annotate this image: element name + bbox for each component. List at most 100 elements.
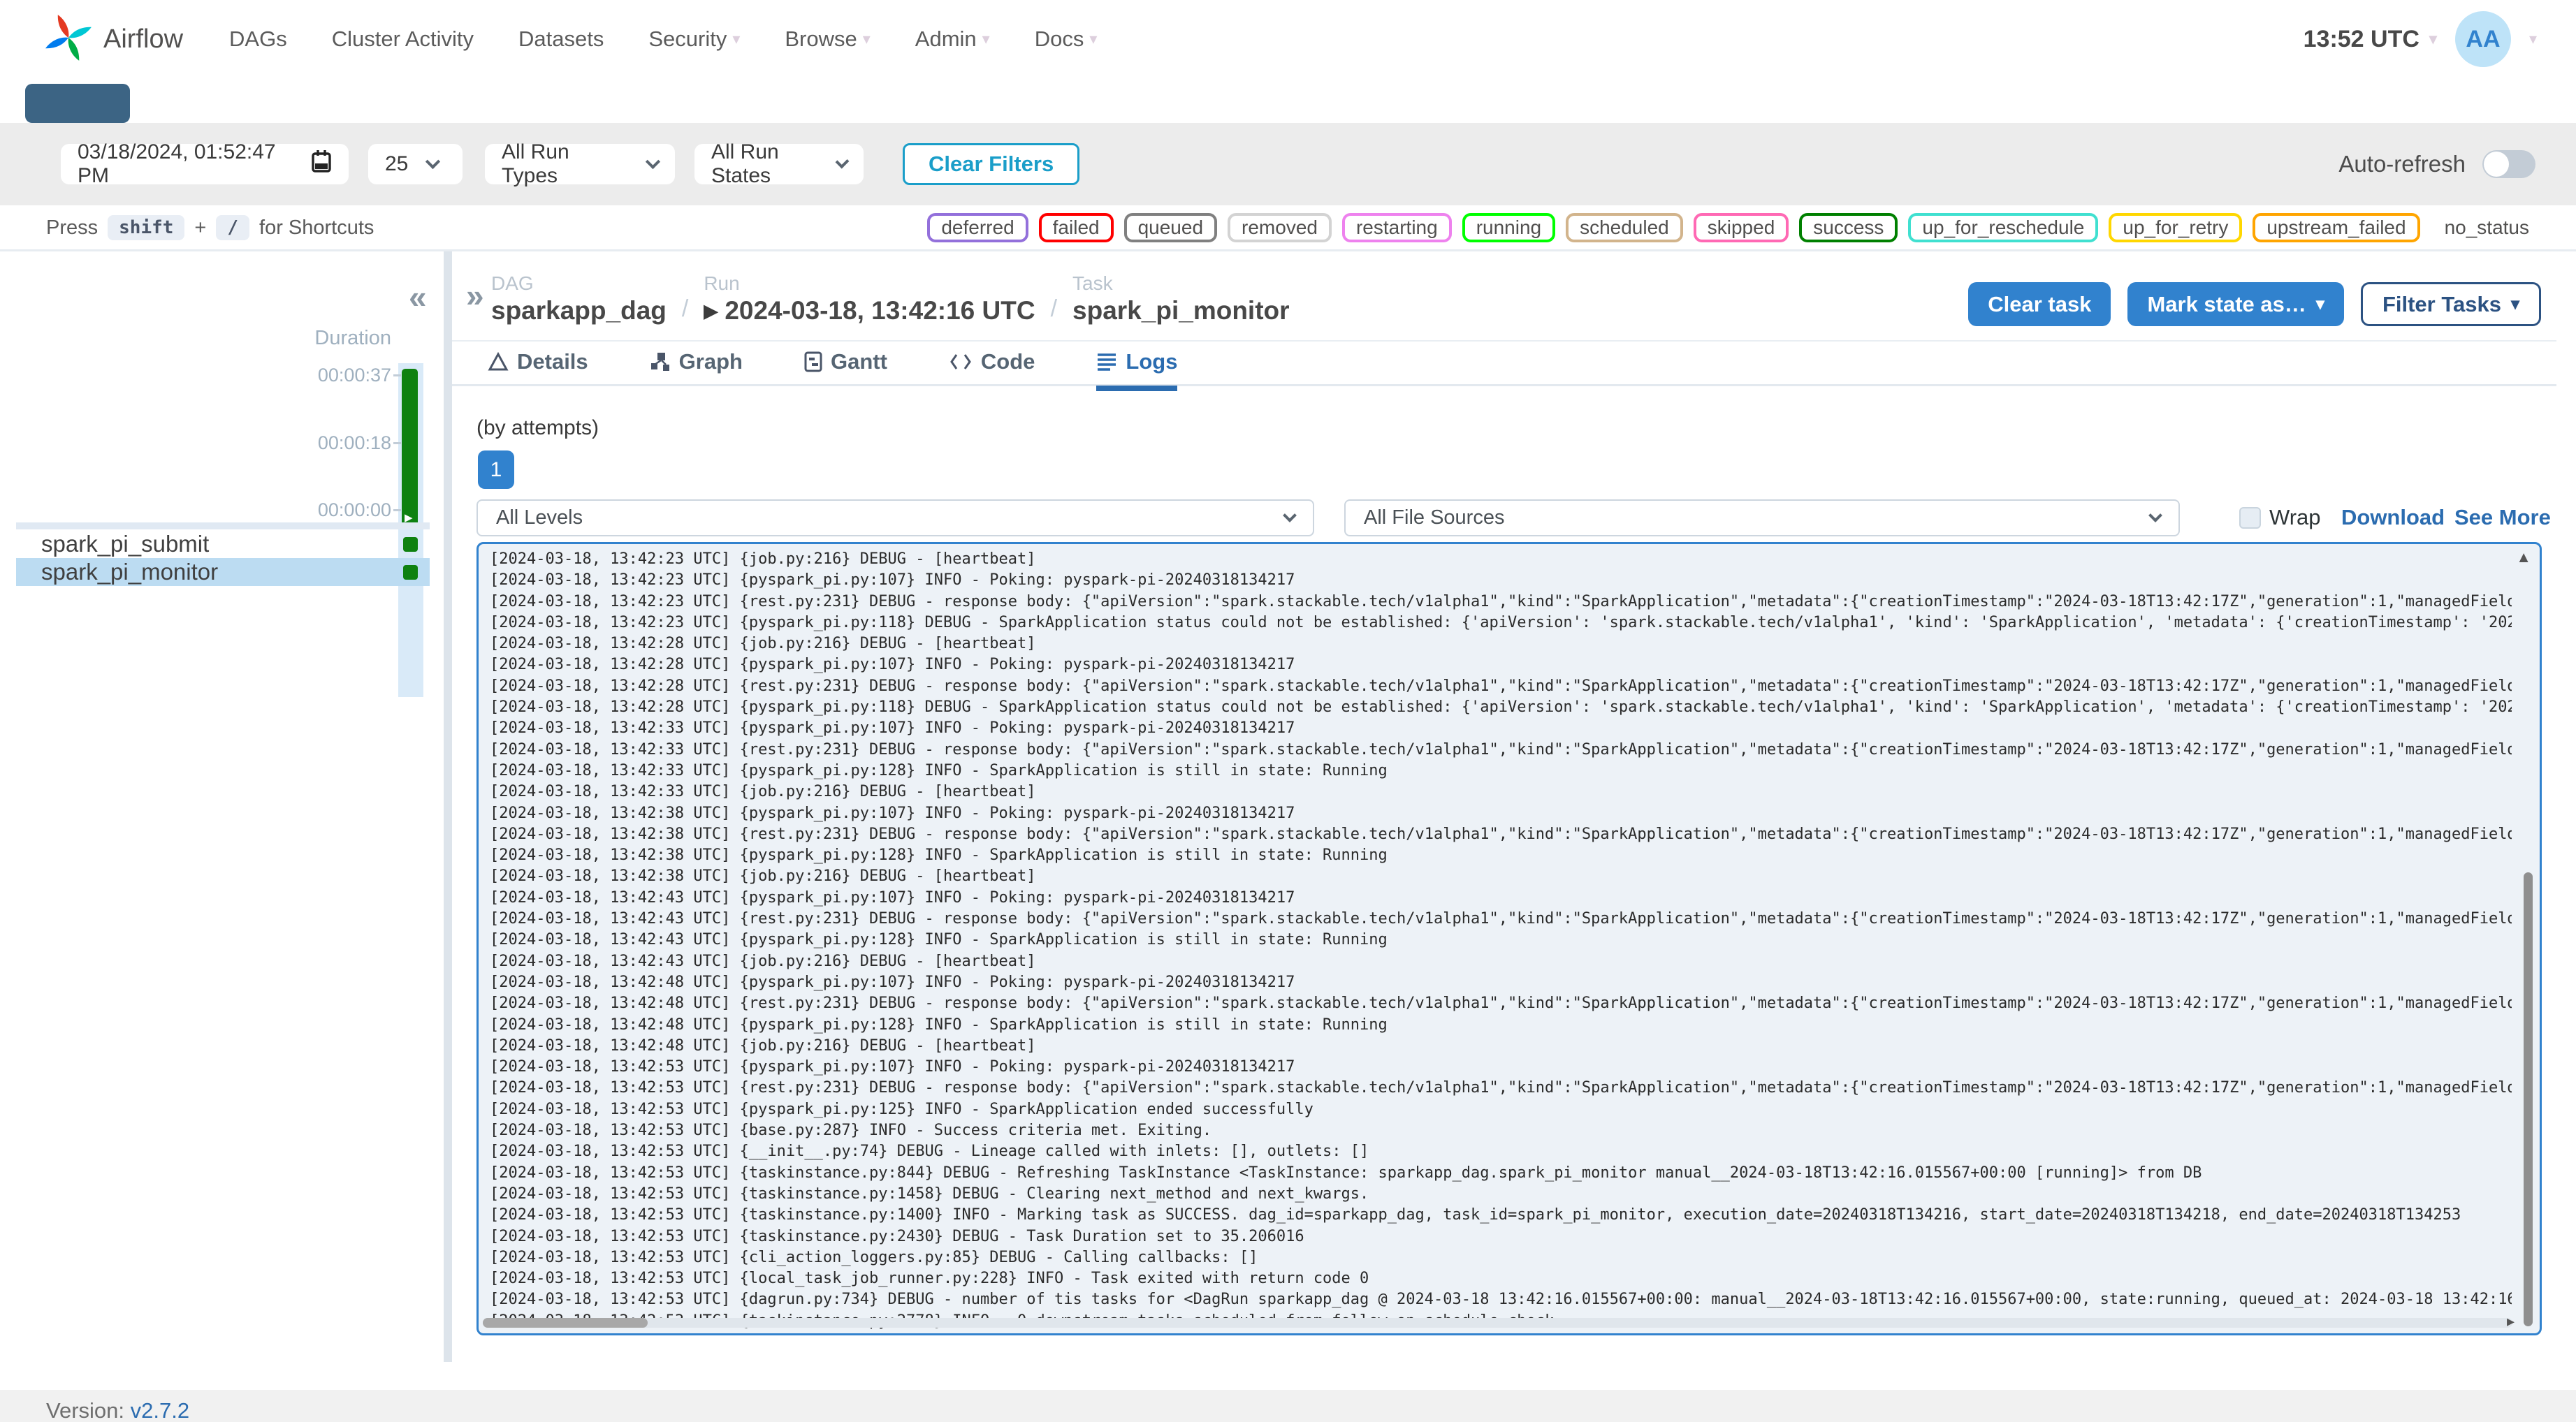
clear-task-button[interactable]: Clear task <box>1968 282 2111 326</box>
airflow-logo[interactable]: Airflow <box>43 10 183 69</box>
task-state-square[interactable] <box>403 536 418 552</box>
download-log-link[interactable]: Download <box>2341 505 2445 530</box>
log-line: [2024-03-18, 13:42:23 UTC] {pyspark_pi.p… <box>490 571 1295 589</box>
log-line: [2024-03-18, 13:42:48 UTC] {pyspark_pi.p… <box>490 973 1295 991</box>
status-badge: scheduled <box>1566 213 1683 242</box>
chevron-down-icon: ▾ <box>2510 295 2519 314</box>
grid-gap-strip <box>16 522 430 529</box>
clear-filters-button[interactable]: Clear Filters <box>903 143 1080 185</box>
auto-refresh-group: Auto-refresh <box>2338 150 2535 178</box>
nav-item-security[interactable]: Security ▾ <box>648 27 740 52</box>
chevron-down-icon <box>1283 508 1297 522</box>
status-badge: up_for_retry <box>2109 213 2243 242</box>
page-size-select[interactable]: 25 <box>368 144 463 184</box>
nav-item-cluster-activity[interactable]: Cluster Activity <box>332 27 474 52</box>
nav-item-dags[interactable]: DAGs <box>229 27 287 52</box>
log-line: [2024-03-18, 13:42:53 UTC] {taskinstance… <box>490 1227 1304 1245</box>
manual-run-icon: ▶ <box>704 300 718 321</box>
breadcrumb: DAG sparkapp_dag / Run ▶ 2024-03-18, 13:… <box>491 272 1290 325</box>
chevron-down-icon <box>2148 508 2162 522</box>
log-line: [2024-03-18, 13:42:38 UTC] {job.py:216} … <box>490 867 1036 886</box>
wrap-label: Wrap <box>2269 505 2321 529</box>
status-badge: removed <box>1228 213 1332 242</box>
log-line: [2024-03-18, 13:42:23 UTC] {rest.py:231}… <box>490 592 2512 610</box>
chevron-down-icon: ▾ <box>862 30 871 47</box>
wrap-checkbox[interactable] <box>2239 506 2261 529</box>
log-line: [2024-03-18, 13:42:48 UTC] {rest.py:231}… <box>490 995 2512 1013</box>
chevron-down-icon: ▾ <box>2429 30 2437 47</box>
nav-item-datasets[interactable]: Datasets <box>518 27 604 52</box>
details-panel: » DAG sparkapp_dag / Run ▶ 2024-03-18, 1… <box>452 251 2576 1390</box>
scroll-right-icon[interactable]: ▸ <box>2507 1312 2515 1331</box>
scroll-up-icon[interactable]: ▲ <box>2516 548 2531 566</box>
run-duration-bar[interactable]: ▶ <box>402 369 418 527</box>
log-output[interactable]: [2024-03-18, 13:42:23 UTC] {job.py:216} … <box>476 542 2542 1335</box>
log-line: [2024-03-18, 13:42:38 UTC] {pyspark_pi.p… <box>490 846 1388 865</box>
toggle-knob <box>2484 152 2509 177</box>
log-line: [2024-03-18, 13:42:23 UTC] {pyspark_pi.p… <box>490 613 2512 631</box>
nav-item-browse[interactable]: Browse ▾ <box>785 27 870 52</box>
run-link[interactable]: ▶ 2024-03-18, 13:42:16 UTC <box>704 296 1035 325</box>
task-tabs: Details Graph Gantt Code Logs <box>488 349 1178 391</box>
status-badge: running <box>1462 213 1556 242</box>
collapse-sidebar-icon[interactable]: « <box>409 278 427 316</box>
tab-graph[interactable]: Graph <box>650 349 743 391</box>
log-line: [2024-03-18, 13:42:48 UTC] {pyspark_pi.p… <box>490 1016 1388 1034</box>
log-line: [2024-03-18, 13:42:53 UTC] {local_task_j… <box>490 1270 1369 1288</box>
chevron-down-icon: ▾ <box>982 30 990 47</box>
code-icon <box>949 352 973 372</box>
filter-bar: 03/18/2024, 01:52:47 PM 25 All Run Types… <box>0 123 2576 205</box>
task-row-spark-pi-monitor[interactable]: spark_pi_monitor <box>16 558 430 586</box>
log-line: [2024-03-18, 13:42:53 UTC] {pyspark_pi.p… <box>490 1100 1314 1118</box>
gantt-icon <box>804 351 822 372</box>
breadcrumb-task: Task spark_pi_monitor <box>1072 272 1290 325</box>
task-link[interactable]: spark_pi_monitor <box>1072 296 1289 325</box>
wrap-toggle-group[interactable]: Wrap <box>2239 505 2321 530</box>
log-levels-select[interactable]: All Levels <box>476 499 1314 536</box>
logs-icon <box>1096 353 1117 371</box>
tab-gantt[interactable]: Gantt <box>804 349 887 391</box>
log-line: [2024-03-18, 13:42:43 UTC] {rest.py:231}… <box>490 910 2512 928</box>
clipped-button[interactable] <box>25 84 130 123</box>
run-states-select[interactable]: All Run States <box>694 140 864 187</box>
filter-tasks-button[interactable]: Filter Tasks ▾ <box>2360 282 2541 326</box>
horizontal-scrollbar-track[interactable] <box>483 1318 2512 1328</box>
date-filter-input[interactable]: 03/18/2024, 01:52:47 PM <box>61 140 349 187</box>
vertical-scrollbar-thumb[interactable] <box>2524 872 2533 1326</box>
auto-refresh-label: Auto-refresh <box>2338 151 2466 177</box>
task-row-spark-pi-submit[interactable]: spark_pi_submit <box>16 530 430 558</box>
shortcut-hint: Press shift + / for Shortcuts <box>46 215 374 240</box>
auto-refresh-toggle[interactable] <box>2482 150 2535 178</box>
avatar[interactable]: AA <box>2454 11 2511 67</box>
file-sources-select[interactable]: All File Sources <box>1344 499 2180 536</box>
duration-tick: 00:00:00 <box>317 499 391 520</box>
horizontal-scrollbar-thumb[interactable] <box>483 1318 648 1328</box>
status-badge: skipped <box>1693 213 1789 242</box>
clock-dropdown[interactable]: 13:52 UTC ▾ <box>2304 26 2437 53</box>
tab-logs[interactable]: Logs <box>1096 349 1178 391</box>
log-line: [2024-03-18, 13:42:53 UTC] {pyspark_pi.p… <box>490 1058 1295 1076</box>
panel-resize-handle[interactable] <box>444 251 452 1362</box>
log-line: [2024-03-18, 13:42:53 UTC] {rest.py:231}… <box>490 1079 2512 1097</box>
nav-item-admin[interactable]: Admin ▾ <box>915 27 990 52</box>
see-more-link[interactable]: See More <box>2454 505 2551 530</box>
duration-tick: 00:00:18 <box>317 432 391 453</box>
top-navbar: Airflow DAGs Cluster Activity Datasets S… <box>0 0 2576 78</box>
expand-panel-icon[interactable]: » <box>466 277 484 314</box>
footer: Version: v2.7.2 <box>0 1390 2576 1422</box>
tab-code[interactable]: Code <box>949 349 1035 391</box>
status-badge: no_status <box>2430 213 2543 242</box>
breadcrumb-run: Run ▶ 2024-03-18, 13:42:16 UTC <box>704 272 1035 325</box>
dag-link[interactable]: sparkapp_dag <box>491 296 667 325</box>
shortcut-legend-row: Press shift + / for Shortcuts deferred f… <box>0 205 2576 250</box>
tab-details[interactable]: Details <box>488 349 588 391</box>
log-lines: [2024-03-18, 13:42:23 UTC] {job.py:216} … <box>479 544 2540 1332</box>
calendar-icon[interactable] <box>311 149 332 179</box>
nav-item-docs[interactable]: Docs ▾ <box>1035 27 1098 52</box>
attempt-1-button[interactable]: 1 <box>478 450 514 489</box>
version-link[interactable]: v2.7.2 <box>131 1398 189 1422</box>
run-types-select[interactable]: All Run Types <box>485 140 675 187</box>
log-line: [2024-03-18, 13:42:48 UTC] {job.py:216} … <box>490 1036 1036 1055</box>
mark-state-button[interactable]: Mark state as… ▾ <box>2127 282 2344 326</box>
task-state-square[interactable] <box>403 564 418 580</box>
